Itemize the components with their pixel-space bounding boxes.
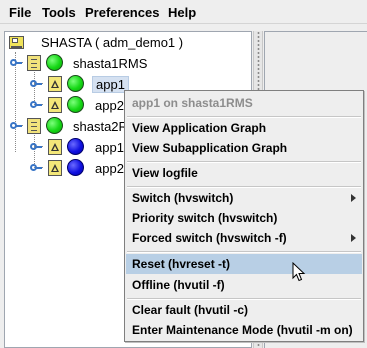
collapse-key-icon[interactable] xyxy=(30,101,42,109)
status-blue-icon xyxy=(67,138,84,155)
tree-app-label: app2 xyxy=(95,98,124,113)
menu-item-switch[interactable]: Switch (hvswitch) xyxy=(126,188,362,208)
warning-icon xyxy=(48,139,62,155)
menu-tools[interactable]: Tools xyxy=(42,5,76,20)
menu-item-forced-switch[interactable]: Forced switch (hvswitch -f) xyxy=(126,228,362,248)
menu-item-view-logfile[interactable]: View logfile xyxy=(126,163,362,183)
menu-item-priority-switch[interactable]: Priority switch (hvswitch) xyxy=(126,208,362,228)
menu-help[interactable]: Help xyxy=(168,5,196,20)
menu-file[interactable]: File xyxy=(9,5,31,20)
status-green-icon xyxy=(67,96,84,113)
collapse-key-icon[interactable] xyxy=(30,164,42,172)
context-menu: app1 on shasta1RMS View Application Grap… xyxy=(124,90,364,342)
server-icon xyxy=(8,35,26,51)
menu-item-offline[interactable]: Offline (hvutil -f) xyxy=(126,275,362,295)
menu-item-label: Forced switch (hvswitch -f) xyxy=(132,231,287,245)
menu-item-reset[interactable]: Reset (hvreset -t) xyxy=(126,254,362,274)
collapse-key-icon[interactable] xyxy=(10,122,22,130)
tree-root-label: SHASTA ( adm_demo1 ) xyxy=(41,35,184,50)
submenu-arrow-icon xyxy=(351,234,356,242)
menu-item-label: Switch (hvswitch) xyxy=(132,191,234,205)
context-menu-header: app1 on shasta1RMS xyxy=(132,96,253,110)
warning-icon xyxy=(48,97,62,113)
node-book-icon xyxy=(27,55,41,71)
menu-item-view-application-graph[interactable]: View Application Graph xyxy=(126,118,362,138)
menu-item-view-subapplication-graph[interactable]: View Subapplication Graph xyxy=(126,138,362,158)
status-green-icon xyxy=(67,75,84,92)
collapse-key-icon[interactable] xyxy=(30,80,42,88)
tree-app-label: app2 xyxy=(95,161,124,176)
tree-node-label: shasta1RMS xyxy=(73,56,148,71)
status-green-icon xyxy=(46,117,63,134)
tree-app-label: app1 xyxy=(95,140,124,155)
menu-preferences[interactable]: Preferences xyxy=(85,5,159,20)
menu-separator xyxy=(127,251,361,253)
tree-root[interactable]: SHASTA ( adm_demo1 ) xyxy=(5,32,245,52)
status-blue-icon xyxy=(67,159,84,176)
mouse-pointer-icon xyxy=(292,262,306,282)
collapse-key-icon[interactable] xyxy=(10,59,22,67)
node-book-icon xyxy=(27,118,41,134)
tree-node-shasta1rms[interactable]: shasta1RMS xyxy=(5,53,245,73)
submenu-arrow-icon xyxy=(351,194,356,202)
tree-node-label: shasta2R xyxy=(73,119,128,134)
menu-item-enter-maintenance-mode[interactable]: Enter Maintenance Mode (hvutil -m on) xyxy=(126,320,362,340)
menu-bar: File Tools Preferences Help xyxy=(0,0,367,24)
status-green-icon xyxy=(46,54,63,71)
warning-icon xyxy=(48,76,62,92)
collapse-key-icon[interactable] xyxy=(30,143,42,151)
warning-icon xyxy=(48,160,62,176)
menu-item-clear-fault[interactable]: Clear fault (hvutil -c) xyxy=(126,300,362,320)
